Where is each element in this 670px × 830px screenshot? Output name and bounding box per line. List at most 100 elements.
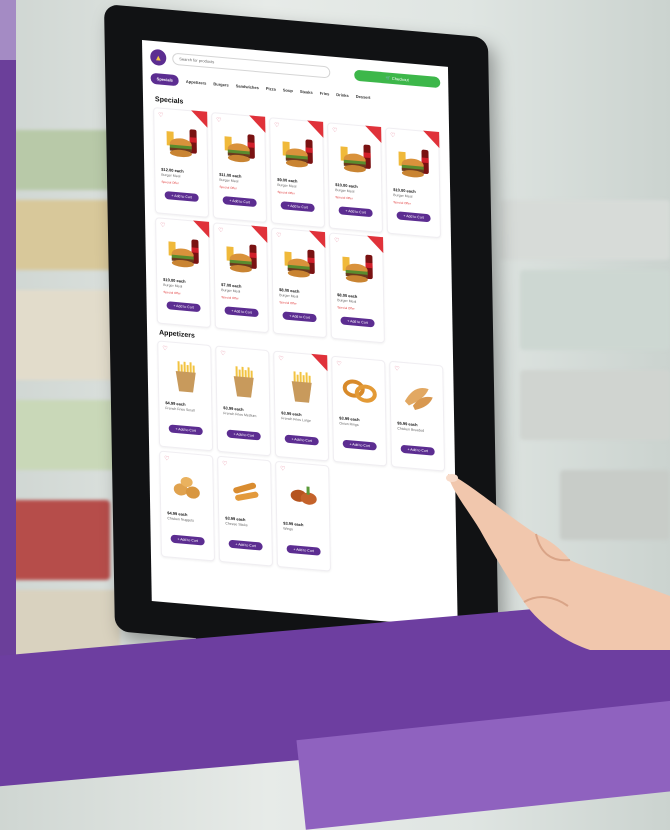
product-card[interactable]: ♡ $10.00 each Burger Meal Special Offer + Ad… [327,122,383,234]
favorite-heart-icon[interactable]: ♡ [278,355,283,362]
product-name: Burger Meal [161,172,181,179]
product-card[interactable]: ♡ $3.99 each French Fries Medium + Add to C… [215,345,272,457]
product-card[interactable]: ♡ $11.00 each Burger Meal Special Offer + Ad… [211,112,267,223]
product-name: Burger Meal [221,287,241,294]
category-tab-fries[interactable]: Fries [320,91,330,97]
product-card[interactable]: ♡ $5.99 each Chicken Breaded + Add to Cart [389,360,446,472]
add-to-cart-button[interactable]: + Add to Cart [286,544,321,556]
favorite-heart-icon[interactable]: ♡ [222,460,227,467]
favorite-heart-icon[interactable]: ♡ [332,127,337,134]
product-tag: Special Offer [279,300,297,306]
checkout-label: Checkout [391,75,409,82]
favorite-heart-icon[interactable]: ♡ [280,465,285,472]
product-tag: Special Offer [221,294,239,301]
favorite-heart-icon[interactable]: ♡ [274,122,279,129]
product-card[interactable]: ♡ $10.00 each Burger Meal Special Offer + Ad… [385,127,441,239]
fries-icon [291,371,312,403]
burger-fries-drink-icon [166,129,197,158]
add-to-cart-button[interactable]: + Add to Cart [284,434,319,446]
category-tab-drinks[interactable]: Drinks [336,92,349,98]
add-to-cart-button[interactable]: + Add to Cart [224,306,259,318]
fries-icon [233,366,254,398]
product-name: French Fries Medium [223,411,257,419]
product-name: Burger Meal [163,282,183,289]
favorite-heart-icon[interactable]: ♡ [276,232,281,239]
product-name: Chicken Breaded [397,426,425,433]
product-tag: Special Offer [393,200,411,206]
product-tag: Special Offer [277,189,295,196]
add-to-cart-button[interactable]: + Add to Cart [222,196,257,208]
product-card[interactable]: ♡ $3.99 each Onion Rings + Add to Cart [331,355,388,467]
product-card[interactable]: ♡ $8.00 each Burger Meal Special Offer + Add… [329,232,385,344]
onion-rings-icon [342,379,377,403]
add-to-cart-button[interactable]: + Add to Cart [280,201,315,213]
burger-fries-drink-icon [398,149,429,178]
burger-fries-drink-icon [342,254,373,283]
product-grid: ♡ $4.99 each French Fries Small + Add to Ca… [147,340,457,583]
fries-icon [175,361,196,393]
product-grid: ♡ $12.00 each Burger Meal Special Offer + Ad… [143,106,453,349]
add-to-cart-button[interactable]: + Add to Cart [168,424,203,436]
favorite-heart-icon[interactable]: ♡ [334,237,339,244]
product-name: Burger Meal [277,182,297,189]
category-tab-soup[interactable]: Soup [283,87,293,93]
add-to-cart-button[interactable]: + Add to Cart [396,211,431,223]
product-name: Burger Meal [393,193,413,199]
add-to-cart-button[interactable]: + Add to Cart [400,444,435,456]
category-tab-pizza[interactable]: Pizza [266,86,276,92]
burger-fries-drink-icon [340,144,371,173]
add-to-cart-button[interactable]: + Add to Cart [342,439,377,451]
favorite-heart-icon[interactable]: ♡ [220,350,225,357]
category-tab-appetizers[interactable]: Appetizers [186,79,207,86]
product-card[interactable]: ♡ $10.00 each Burger Meal Special Offer + Ad… [155,217,211,329]
product-name: Burger Meal [219,177,239,184]
product-card[interactable]: ♡ $4.99 each French Fries Small + Add to Ca… [157,340,214,452]
checkout-button[interactable]: 🛒 Checkout [354,69,441,88]
add-to-cart-button[interactable]: + Add to Cart [170,534,205,546]
category-tab-dessert[interactable]: Dessert [356,94,371,100]
favorite-heart-icon[interactable]: ♡ [394,365,399,372]
category-tab-specials[interactable]: Specials [150,72,179,87]
burger-fries-drink-icon [284,249,315,278]
breaded-icon [404,387,433,410]
favorite-heart-icon[interactable]: ♡ [216,117,221,124]
product-name: Burger Meal [337,298,357,304]
add-to-cart-button[interactable]: + Add to Cart [164,191,199,202]
add-to-cart-button[interactable]: + Add to Cart [166,301,201,313]
product-name: Burger Meal [335,187,355,194]
favorite-heart-icon[interactable]: ♡ [164,455,169,462]
category-tab-burgers[interactable]: Burgers [213,81,228,87]
favorite-heart-icon[interactable]: ♡ [158,111,163,118]
product-card[interactable]: ♡ $9.00 each Burger Meal Special Offer + Add… [269,117,325,229]
product-tag: Special Offer [337,305,355,311]
product-name: Burger Meal [279,293,299,299]
product-name: Cheese Sticks [225,521,248,528]
product-card[interactable]: ♡ $3.99 each Wings + Add to Cart [275,460,331,572]
favorite-heart-icon[interactable]: ♡ [162,345,167,352]
product-card[interactable]: ♡ $3.99 each French Fries Large + Add to Ca… [273,350,330,462]
product-name: Chicken Nuggets [167,516,194,523]
add-to-cart-button[interactable]: + Add to Cart [340,316,375,328]
brand-logo-icon: ▲ [150,48,167,67]
product-card[interactable]: ♡ $7.00 each Burger Meal Special Offer + Add… [213,222,269,334]
product-tag: Special Offer [335,194,353,201]
product-card[interactable]: ♡ $12.00 each Burger Meal Special Offer + Ad… [153,106,209,218]
kiosk-screen: ▲ Search for products 🛒 Checkout Special… [142,40,458,628]
category-tab-sandwiches[interactable]: Sandwiches [236,83,259,90]
product-card[interactable]: ♡ $4.99 each Chicken Nuggets + Add to Cart [159,450,215,562]
favorite-heart-icon[interactable]: ♡ [390,132,395,139]
add-to-cart-button[interactable]: + Add to Cart [228,539,263,551]
pointing-hand [446,474,670,650]
purple-accent-corner [0,0,16,60]
add-to-cart-button[interactable]: + Add to Cart [338,206,373,218]
add-to-cart-button[interactable]: + Add to Cart [226,429,261,441]
favorite-heart-icon[interactable]: ♡ [160,222,165,229]
favorite-heart-icon[interactable]: ♡ [218,227,223,234]
product-card[interactable]: ♡ $3.99 each Cheese Sticks + Add to Cart [217,455,273,567]
burger-fries-drink-icon [224,134,255,163]
add-to-cart-button[interactable]: + Add to Cart [282,311,317,323]
product-card[interactable]: ♡ $8.00 each Burger Meal Special Offer + Add… [271,227,327,339]
favorite-heart-icon[interactable]: ♡ [336,360,341,367]
product-name: French Fries Small [165,406,195,413]
category-tab-steaks[interactable]: Steaks [300,89,313,95]
